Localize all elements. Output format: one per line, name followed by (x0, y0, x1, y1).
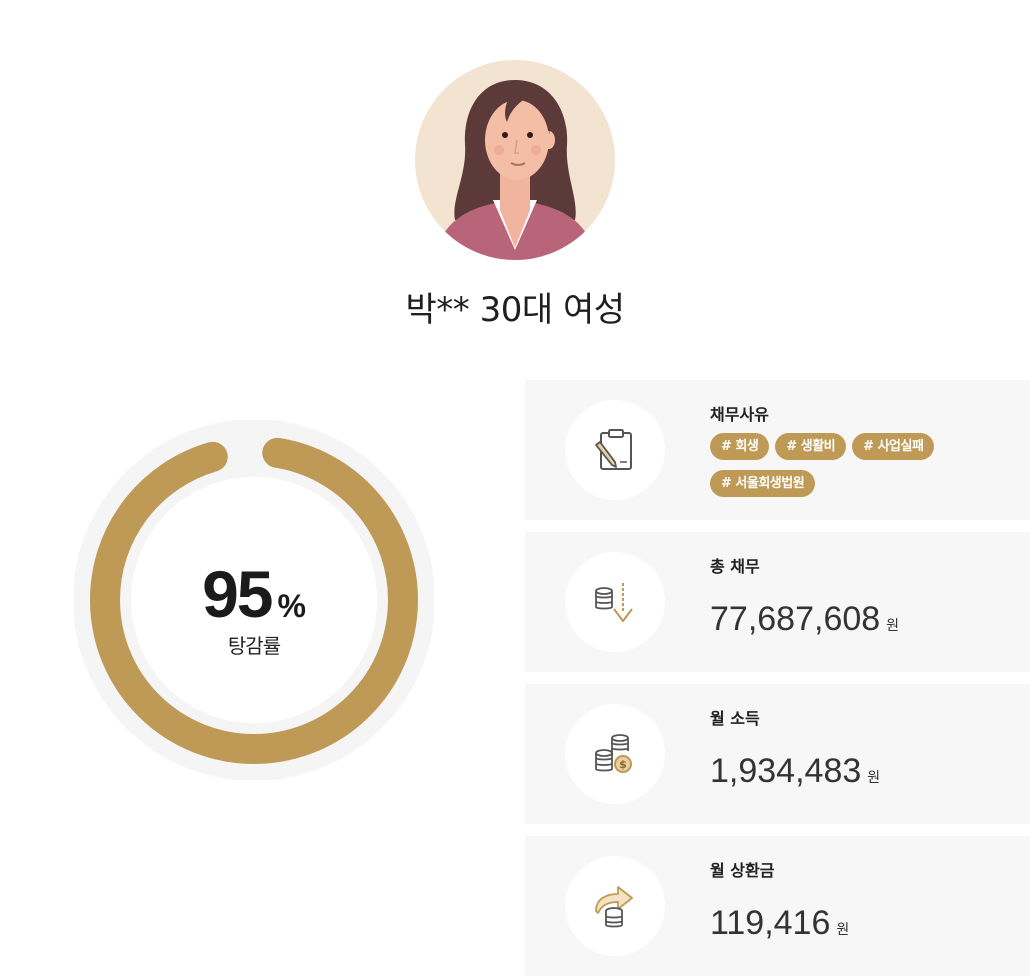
debt-reason-card: 채무사유 # 회생 # 생활비 # 사업실패 # 서울회생법원 (525, 380, 1030, 520)
gauge-percent-number: 95 (202, 557, 273, 631)
total-debt-amount: 77,687,608 (710, 600, 881, 638)
gauge-label: 탕감률 (227, 634, 281, 658)
reduction-rate-gauge: 95% 탕감률 (74, 420, 434, 780)
gauge-value: 95% (74, 556, 434, 632)
card-value: 119,416 원 (710, 904, 849, 943)
total-debt-card: 총 채무 77,687,608 원 (525, 532, 1030, 672)
clipboard-pencil-icon (595, 429, 632, 470)
currency-unit: 원 (836, 922, 850, 938)
card-title: 월 상환금 (710, 861, 775, 880)
card-icon-badge (565, 856, 665, 956)
card-title: 월 소득 (710, 709, 760, 728)
card-icon-badge (565, 552, 665, 652)
svg-text:$: $ (619, 758, 627, 771)
tag-living-expenses[interactable]: # 생활비 (775, 433, 847, 460)
currency-unit: 원 (886, 618, 900, 634)
coin-stacks-icon: $ (595, 734, 632, 773)
currency-unit: 원 (867, 770, 881, 786)
coins-arrow-down-icon (595, 583, 633, 622)
card-value: 77,687,608 원 (710, 600, 899, 639)
monthly-income-card: $ 월 소득 1,934,483 원 (525, 684, 1030, 824)
card-value: 1,934,483 원 (710, 752, 880, 791)
woman-avatar-illustration (415, 60, 615, 260)
card-icon-badge: $ (565, 704, 665, 804)
card-title: 총 채무 (710, 557, 760, 576)
card-title: 채무사유 (710, 405, 769, 424)
card-icon-badge (565, 400, 665, 500)
coins-arrow-right-icon (595, 886, 633, 928)
tag-seoul-court[interactable]: # 서울회생법원 (710, 470, 816, 497)
reason-tags: # 회생 # 생활비 # 사업실패 # 서울회생법원 (710, 433, 1010, 507)
monthly-repayment-amount: 119,416 (710, 904, 831, 942)
monthly-income-amount: 1,934,483 (710, 752, 862, 790)
tag-business-failure[interactable]: # 사업실패 (852, 433, 935, 460)
tag-rehabilitation[interactable]: # 회생 (710, 433, 770, 460)
monthly-repayment-card: 월 상환금 119,416 원 (525, 836, 1030, 976)
gauge-percent-unit: % (277, 588, 306, 624)
profile-avatar (415, 60, 615, 260)
profile-name: 박** 30대 여성 (405, 290, 626, 330)
